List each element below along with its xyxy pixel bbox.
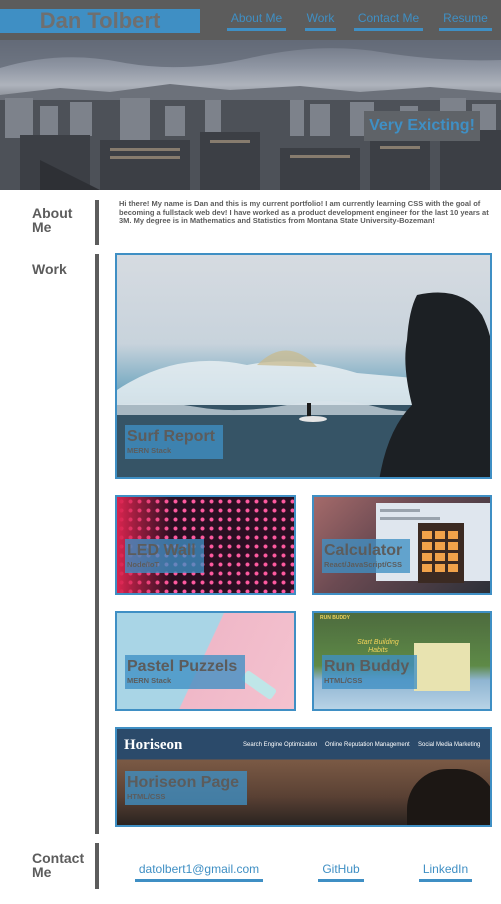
project-title: Surf Report bbox=[127, 428, 215, 445]
horiseon-nav-1: Search Engine Optimization bbox=[243, 742, 318, 748]
project-caption: Horiseon Page HTML/CSS bbox=[125, 771, 248, 805]
project-caption: Calculator React/JavaScript/CSS bbox=[322, 539, 411, 573]
project-card-run-buddy[interactable]: RUN BUDDY Start Building Habits Run Budd… bbox=[312, 611, 492, 711]
project-card-pastel-puzzels[interactable]: Pastel Puzzels MERN Stack bbox=[115, 611, 296, 711]
horiseon-nav-2: Online Reputation Management bbox=[325, 742, 410, 748]
project-caption: Surf Report MERN Stack bbox=[125, 425, 223, 459]
project-stack: React/JavaScript/CSS bbox=[324, 560, 402, 569]
project-title: Calculator bbox=[324, 542, 403, 559]
project-caption: Pastel Puzzels MERN Stack bbox=[125, 655, 246, 689]
project-title: Run Buddy bbox=[324, 658, 410, 675]
nav-work[interactable]: Work bbox=[305, 9, 336, 31]
contact-github-link[interactable]: GitHub bbox=[318, 860, 364, 882]
project-caption: LED Wall Node/IoT bbox=[125, 539, 204, 573]
contact-linkedin-link[interactable]: LinkedIn bbox=[419, 860, 472, 882]
section-divider bbox=[95, 254, 99, 834]
project-card-horiseon-page[interactable]: Horiseon Search Engine Optimization Onli… bbox=[115, 727, 492, 827]
nav-contact-me[interactable]: Contact Me bbox=[354, 9, 423, 31]
project-stack: HTML/CSS bbox=[324, 676, 363, 685]
nav-about-me[interactable]: About Me bbox=[227, 9, 286, 31]
project-title: Pastel Puzzels bbox=[127, 658, 238, 675]
site-brand[interactable]: Dan Tolbert bbox=[0, 9, 200, 33]
horiseon-nav-3: Social Media Marketing bbox=[418, 742, 481, 748]
work-heading: Work bbox=[32, 261, 67, 277]
project-card-led-wall[interactable]: LED Wall Node/IoT bbox=[115, 495, 296, 595]
project-title: Horiseon Page bbox=[127, 774, 240, 791]
project-stack: HTML/CSS bbox=[127, 792, 166, 801]
section-divider bbox=[95, 843, 99, 889]
project-stack: MERN Stack bbox=[127, 676, 172, 685]
pastel-object bbox=[240, 669, 278, 701]
project-caption: Run Buddy HTML/CSS bbox=[322, 655, 418, 689]
contact-email-link[interactable]: datolbert1@gmail.com bbox=[135, 860, 263, 882]
project-card-surf-report[interactable]: Surf Report MERN Stack bbox=[115, 253, 492, 479]
runbuddy-brand: RUN BUDDY bbox=[320, 615, 350, 621]
about-me-heading: About Me bbox=[32, 205, 73, 235]
section-divider bbox=[95, 200, 99, 245]
nav-resume[interactable]: Resume bbox=[439, 9, 492, 31]
about-me-text: Hi there! My name is Dan and this is my … bbox=[119, 199, 489, 225]
runbuddy-headline: Start Building Habits bbox=[357, 639, 399, 654]
project-card-calculator[interactable]: Calculator React/JavaScript/CSS bbox=[312, 495, 492, 595]
project-title: LED Wall bbox=[127, 542, 196, 559]
project-stack: Node/IoT bbox=[127, 560, 160, 569]
horiseon-brand: Horiseon bbox=[124, 737, 183, 753]
contact-me-heading: Contact Me bbox=[32, 850, 85, 880]
project-stack: MERN Stack bbox=[127, 446, 172, 455]
hero-badge: Very Exicting! bbox=[364, 111, 480, 141]
horiseon-person bbox=[407, 769, 490, 825]
runbuddy-form bbox=[414, 643, 470, 691]
